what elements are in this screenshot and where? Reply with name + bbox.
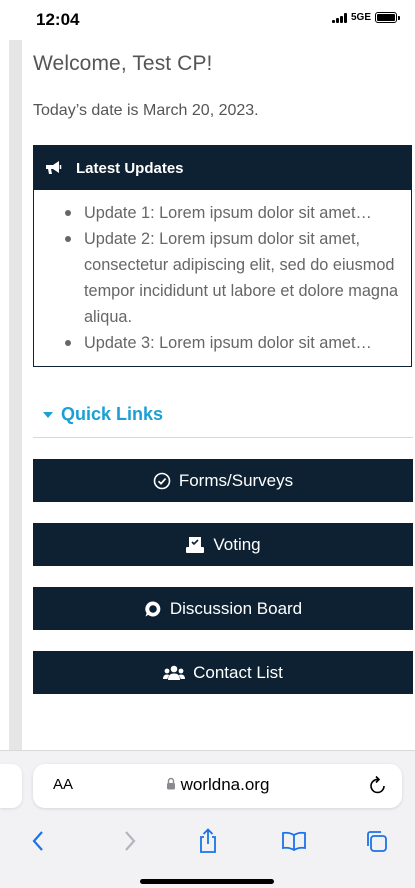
check-circle-icon	[153, 472, 171, 490]
forms-surveys-button[interactable]: Forms/Surveys	[33, 459, 413, 502]
book-icon	[281, 831, 307, 856]
tabs-icon	[364, 829, 388, 858]
quick-links-title: Quick Links	[61, 404, 164, 424]
status-bar: 12:04 5GE	[0, 0, 415, 40]
voting-button[interactable]: Voting	[33, 523, 413, 566]
browser-nav-row	[0, 823, 415, 863]
latest-updates-card: Latest Updates Update 1: Lorem ipsum dol…	[33, 145, 412, 367]
divider	[33, 437, 413, 438]
sidebar-rail	[9, 40, 22, 750]
update-item: Update 3: Lorem ipsum dolor sit amet…	[62, 330, 401, 356]
contact-list-button[interactable]: Contact List	[33, 651, 413, 694]
lock-icon	[166, 775, 176, 795]
forward-button[interactable]	[110, 823, 150, 863]
home-indicator	[140, 879, 274, 884]
contact-list-label: Contact List	[193, 662, 283, 682]
update-item: Update 1: Lorem ipsum dolor sit amet…	[62, 200, 401, 226]
back-button[interactable]	[18, 823, 58, 863]
main-column: Welcome, Test CP! Today’s date is March …	[33, 40, 413, 694]
status-time: 12:04	[36, 10, 80, 29]
megaphone-icon	[44, 160, 62, 176]
chevron-right-icon	[123, 830, 137, 857]
chat-bubble-icon	[144, 600, 162, 618]
tabs-button[interactable]	[356, 823, 396, 863]
update-item: Update 2: Lorem ipsum dolor sit amet, co…	[62, 226, 401, 330]
page-content[interactable]: Welcome, Test CP! Today’s date is March …	[0, 40, 415, 750]
reload-button[interactable]	[368, 774, 388, 801]
forms-surveys-label: Forms/Surveys	[178, 470, 294, 490]
previous-tab-peek[interactable]	[0, 764, 22, 808]
users-icon	[163, 665, 186, 681]
chevron-left-icon	[31, 830, 45, 857]
url-text: worldna.org	[180, 775, 270, 794]
latest-updates-title: Latest Updates	[76, 159, 184, 177]
voting-label: Voting	[213, 534, 261, 554]
browser-toolbar: AA worldna.org	[0, 750, 415, 888]
cellular-signal-icon	[331, 12, 347, 23]
discussion-board-button[interactable]: Discussion Board	[33, 587, 413, 630]
caret-down-icon	[43, 411, 53, 418]
welcome-heading: Welcome, Test CP!	[33, 52, 213, 75]
ballot-box-icon	[185, 536, 205, 554]
network-type: 5GE	[350, 12, 371, 23]
latest-updates-header: Latest Updates	[34, 146, 411, 190]
share-icon	[197, 827, 219, 859]
discussion-board-label: Discussion Board	[169, 598, 303, 618]
share-button[interactable]	[188, 823, 228, 863]
quick-links-toggle[interactable]: Quick Links	[33, 404, 413, 425]
address-bar[interactable]: AA worldna.org	[33, 764, 402, 808]
updates-list: Update 1: Lorem ipsum dolor sit amet… Up…	[62, 200, 401, 356]
status-indicators: 5GE	[331, 12, 400, 23]
date-text: Today’s date is March 20, 2023.	[33, 102, 259, 119]
battery-icon	[375, 12, 400, 23]
bookmarks-button[interactable]	[274, 823, 314, 863]
latest-updates-body: Update 1: Lorem ipsum dolor sit amet… Up…	[34, 190, 411, 366]
reload-icon	[368, 775, 388, 800]
url-display[interactable]: worldna.org	[33, 775, 402, 795]
